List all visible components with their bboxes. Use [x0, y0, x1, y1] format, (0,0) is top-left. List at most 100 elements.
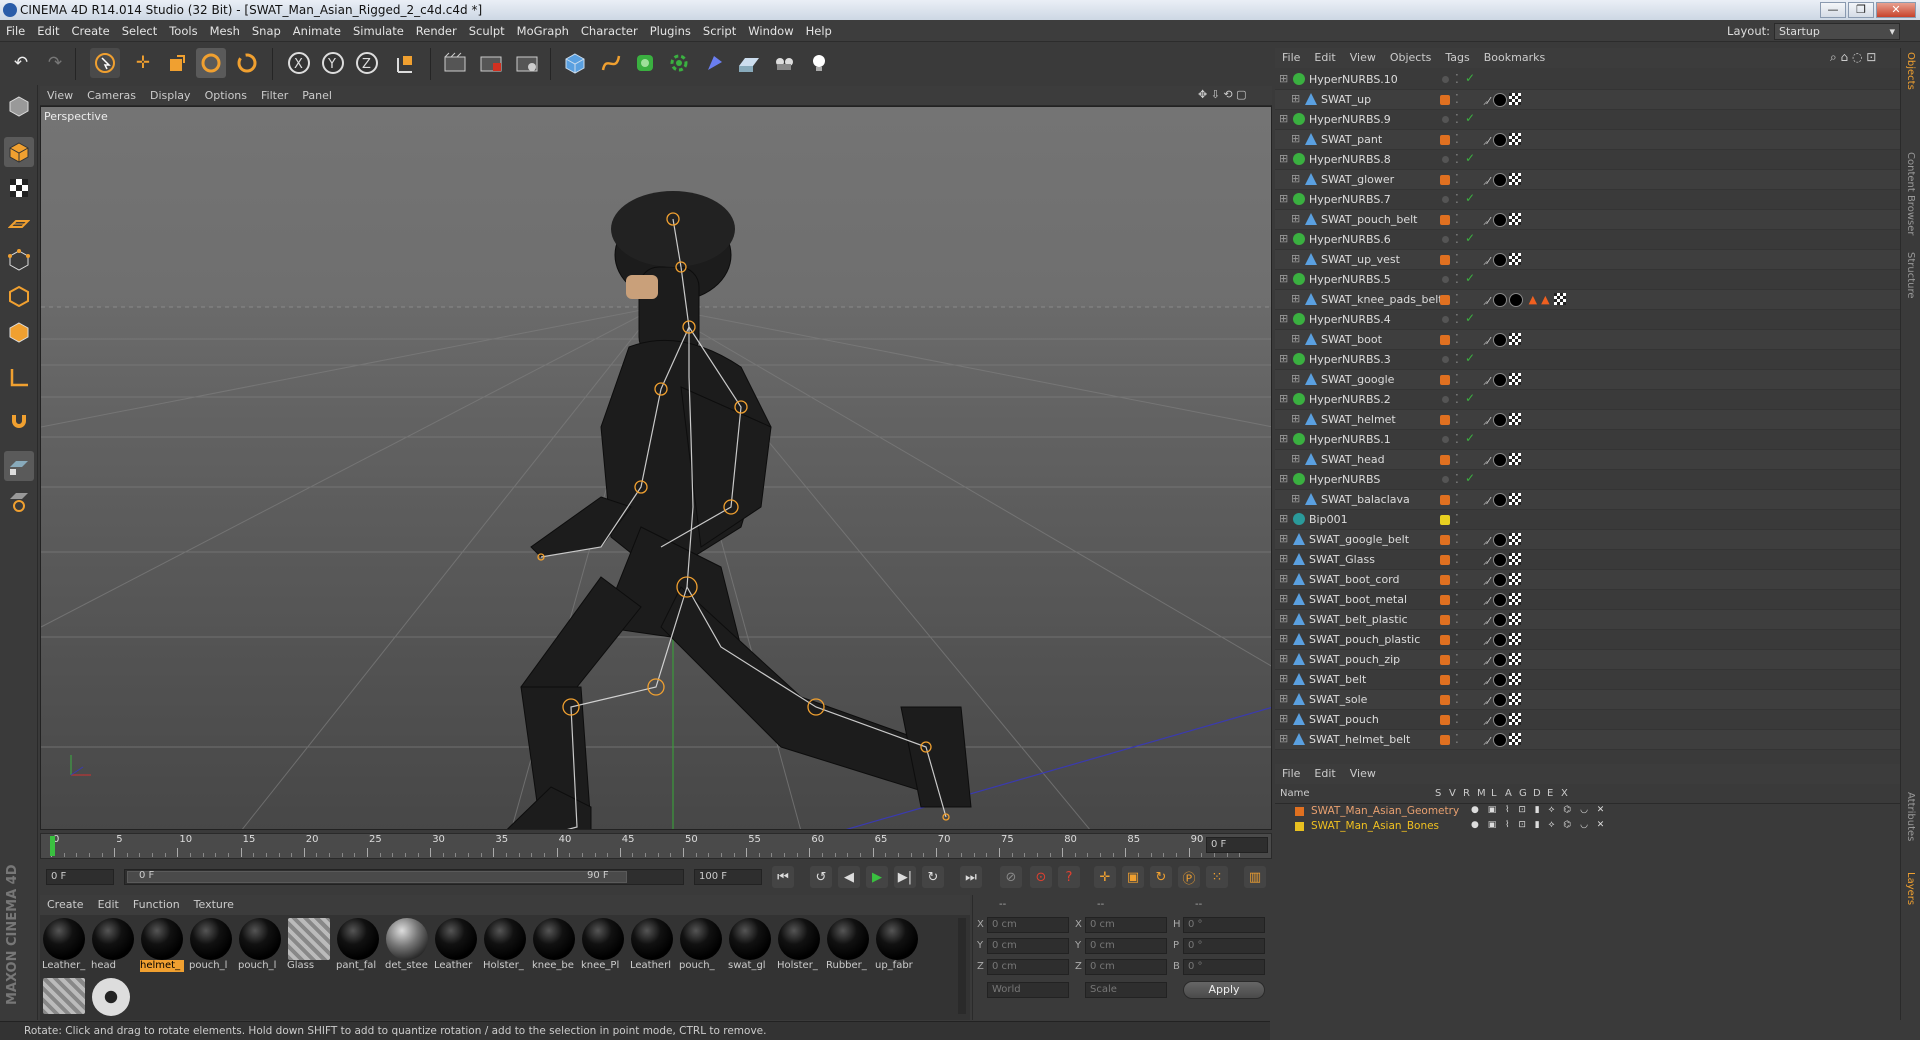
axis-mode-icon[interactable] — [4, 363, 34, 393]
visibility-dots-icon[interactable]: ⁚ — [1455, 472, 1459, 486]
side-tab-structure[interactable]: Structure — [1905, 252, 1916, 299]
layer-color-dot[interactable] — [1440, 675, 1450, 685]
layer-toggle-icons[interactable]: ● ▣ ⌇ ⊡ ▮ ⟡ ⌬ ◡ ✕ — [1471, 820, 1607, 830]
layer-column-header[interactable]: M — [1477, 788, 1486, 799]
light-icon[interactable] — [804, 48, 834, 78]
phong-tag-icon[interactable]: ⸝⁄ — [1483, 693, 1490, 707]
uvw-tag-icon[interactable] — [1508, 693, 1521, 705]
material-menu-function[interactable]: Function — [126, 895, 187, 915]
material-swatch[interactable]: knee_Pl — [581, 917, 625, 973]
uvw-tag-icon[interactable] — [1508, 633, 1521, 645]
floor-icon[interactable] — [734, 48, 764, 78]
expand-icon[interactable]: ⊞ — [1279, 572, 1288, 585]
menu-plugins[interactable]: Plugins — [644, 20, 697, 42]
visibility-dots-icon[interactable]: ⁚ — [1455, 592, 1459, 606]
enabled-check-icon[interactable]: ✓ — [1465, 271, 1475, 285]
phong-tag-icon[interactable]: ⸝⁄ — [1483, 413, 1490, 427]
uvw-tag-icon[interactable] — [1508, 493, 1521, 505]
menu-sculpt[interactable]: Sculpt — [463, 20, 511, 42]
visibility-dots-icon[interactable]: ⁚ — [1455, 432, 1459, 446]
side-tab-content-browser[interactable]: Content Browser — [1905, 152, 1916, 235]
uvw-tag-icon[interactable] — [1508, 93, 1521, 105]
object-row[interactable]: ⊞ SWAT_up_vest ⁚ ⸝⁄ — [1275, 250, 1900, 270]
material-swatch[interactable]: Leather — [434, 917, 478, 973]
menu-character[interactable]: Character — [575, 20, 644, 42]
layer-column-header[interactable]: D — [1533, 788, 1541, 799]
enabled-check-icon[interactable]: ✓ — [1465, 351, 1475, 365]
layer-row[interactable]: SWAT_Man_Asian_Bones ● ▣ ⌇ ⊡ ▮ ⟡ ⌬ ◡ ✕ — [1275, 819, 1900, 834]
go-to-start-icon[interactable]: ⏮ — [772, 866, 794, 888]
visibility-dots-icon[interactable]: ⁚ — [1455, 712, 1459, 726]
keyframe-selection-icon[interactable]: ? — [1058, 866, 1080, 888]
uvw-tag-icon[interactable] — [1508, 573, 1521, 585]
material-tag-icon[interactable] — [1492, 453, 1507, 467]
phong-tag-icon[interactable]: ⸝⁄ — [1483, 573, 1490, 587]
warning-tag-icon[interactable]: ▲ — [1529, 293, 1537, 306]
warning-tag-icon[interactable]: ▲ — [1541, 293, 1549, 306]
phong-tag-icon[interactable]: ⸝⁄ — [1483, 453, 1490, 467]
layer-column-header[interactable]: V — [1449, 788, 1456, 799]
layer-color-dot[interactable] — [1440, 735, 1450, 745]
layer-color-dot[interactable] — [1440, 415, 1450, 425]
viewport-menu-panel[interactable]: Panel — [295, 86, 339, 106]
model-mode-icon[interactable] — [4, 137, 34, 167]
layer-color-dot[interactable] — [1442, 316, 1449, 323]
menu-window[interactable]: Window — [742, 20, 799, 42]
material-swatch[interactable]: Holster_ — [777, 917, 821, 973]
object-row[interactable]: ⊞ SWAT_belt_plastic ⁚ ⸝⁄ — [1275, 610, 1900, 630]
step-back-icon[interactable]: ◀ — [838, 866, 860, 888]
layer-color-dot[interactable] — [1440, 535, 1450, 545]
material-swatch[interactable]: Leather_ — [42, 917, 86, 973]
object-row[interactable]: ⊞ HyperNURBS.7 ⁚ ✓ — [1275, 190, 1900, 210]
viewport-nav-icons[interactable]: ✥ ⇩ ⟲ ▢ — [1198, 88, 1247, 101]
material-swatch[interactable]: pouch_l — [238, 917, 282, 973]
viewport-menu-filter[interactable]: Filter — [254, 86, 295, 106]
render-picture-viewer-icon[interactable] — [476, 48, 506, 78]
workplane-icon[interactable] — [4, 209, 34, 239]
expand-icon[interactable]: ⊞ — [1279, 392, 1288, 405]
visibility-dots-icon[interactable]: ⁚ — [1455, 132, 1459, 146]
viewport-menu-options[interactable]: Options — [198, 86, 254, 106]
step-forward-icon[interactable]: ▶| — [894, 866, 916, 888]
expand-icon[interactable]: ⊞ — [1279, 672, 1288, 685]
layer-color-dot[interactable] — [1440, 635, 1450, 645]
coord-field[interactable]: 0 cm — [987, 959, 1069, 975]
layer-color-dot[interactable] — [1440, 615, 1450, 625]
material-tag-icon[interactable] — [1492, 133, 1507, 147]
object-row[interactable]: ⊞ SWAT_helmet_belt ⁚ ⸝⁄ — [1275, 730, 1900, 750]
object-row[interactable]: ⊞ SWAT_up ⁚ ⸝⁄ — [1275, 90, 1900, 110]
coord-field[interactable]: 0 cm — [1085, 959, 1167, 975]
expand-icon[interactable]: ⊞ — [1291, 372, 1300, 385]
next-key-icon[interactable]: ↻ — [922, 866, 944, 888]
visibility-dots-icon[interactable]: ⁚ — [1455, 112, 1459, 126]
menu-mograph[interactable]: MoGraph — [511, 20, 575, 42]
expand-icon[interactable]: ⊞ — [1279, 472, 1288, 485]
move-tool-icon[interactable]: ✛ — [128, 48, 158, 78]
object-row[interactable]: ⊞ SWAT_boot_cord ⁚ ⸝⁄ — [1275, 570, 1900, 590]
material-menu-texture[interactable]: Texture — [187, 895, 241, 915]
expand-icon[interactable]: ⊞ — [1291, 292, 1300, 305]
uvw-tag-icon[interactable] — [1508, 653, 1521, 665]
object-row[interactable]: ⊞ SWAT_google ⁚ ⸝⁄ — [1275, 370, 1900, 390]
expand-icon[interactable]: ⊞ — [1279, 152, 1288, 165]
uvw-tag-icon[interactable] — [1508, 593, 1521, 605]
enabled-check-icon[interactable]: ✓ — [1465, 431, 1475, 445]
layer-color-dot[interactable] — [1440, 695, 1450, 705]
expand-icon[interactable]: ⊞ — [1291, 452, 1300, 465]
expand-icon[interactable]: ⊞ — [1291, 172, 1300, 185]
layer-color-dot[interactable] — [1440, 295, 1450, 305]
phong-tag-icon[interactable]: ⸝⁄ — [1483, 553, 1490, 567]
material-swatch[interactable]: pouch_ — [679, 917, 723, 973]
minimize-button[interactable]: — — [1820, 2, 1846, 18]
coord-field[interactable]: 0 cm — [1085, 938, 1167, 954]
points-mode-icon[interactable] — [4, 245, 34, 275]
coord-field[interactable]: 0 ° — [1183, 938, 1265, 954]
expand-icon[interactable]: ⊞ — [1279, 352, 1288, 365]
expand-icon[interactable]: ⊞ — [1279, 692, 1288, 705]
record-keys-icon[interactable]: ⊘ — [1000, 866, 1022, 888]
make-editable-icon[interactable] — [4, 91, 34, 121]
uvw-tag-icon[interactable] — [1508, 453, 1521, 465]
object-row[interactable]: ⊞ SWAT_pouch_plastic ⁚ ⸝⁄ — [1275, 630, 1900, 650]
object-row[interactable]: ⊞ SWAT_glower ⁚ ⸝⁄ — [1275, 170, 1900, 190]
expand-icon[interactable]: ⊞ — [1291, 492, 1300, 505]
